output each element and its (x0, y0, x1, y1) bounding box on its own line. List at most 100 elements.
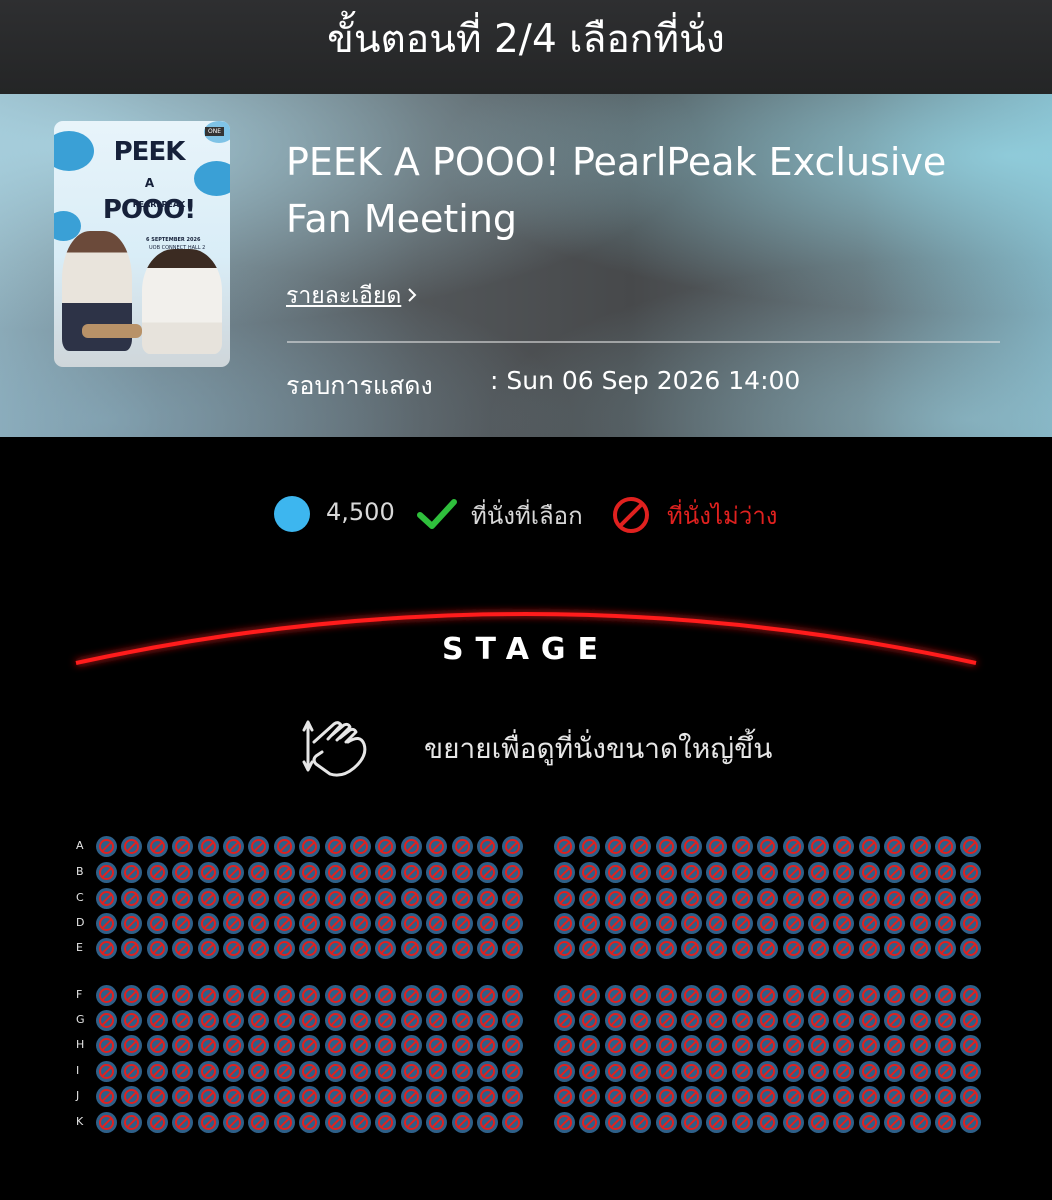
seat-unavailable[interactable] (579, 1035, 600, 1056)
seat-unavailable[interactable] (401, 862, 422, 883)
seat-unavailable[interactable] (121, 985, 142, 1006)
seat-unavailable[interactable] (375, 985, 396, 1006)
seat-unavailable[interactable] (706, 1112, 727, 1133)
seat-unavailable[interactable] (630, 1035, 651, 1056)
seat-unavailable[interactable] (350, 1010, 371, 1031)
seat-unavailable[interactable] (299, 862, 320, 883)
seat-unavailable[interactable] (248, 985, 269, 1006)
seat-unavailable[interactable] (579, 938, 600, 959)
seat-unavailable[interactable] (426, 888, 447, 909)
seat-unavailable[interactable] (833, 1010, 854, 1031)
seat-unavailable[interactable] (859, 1086, 880, 1107)
seat-unavailable[interactable] (910, 913, 931, 934)
seat-unavailable[interactable] (96, 862, 117, 883)
seat-unavailable[interactable] (783, 888, 804, 909)
seat-unavailable[interactable] (477, 888, 498, 909)
seat-unavailable[interactable] (833, 1086, 854, 1107)
seat-unavailable[interactable] (248, 938, 269, 959)
seat-unavailable[interactable] (757, 1035, 778, 1056)
seat-unavailable[interactable] (656, 1061, 677, 1082)
seat-unavailable[interactable] (783, 1010, 804, 1031)
seat-unavailable[interactable] (706, 1061, 727, 1082)
seat-unavailable[interactable] (198, 913, 219, 934)
seat-unavailable[interactable] (274, 1010, 295, 1031)
seat-unavailable[interactable] (147, 1112, 168, 1133)
seat-unavailable[interactable] (859, 913, 880, 934)
seat-unavailable[interactable] (452, 1061, 473, 1082)
seat-unavailable[interactable] (299, 985, 320, 1006)
seat-unavailable[interactable] (884, 1010, 905, 1031)
seat-unavailable[interactable] (426, 1010, 447, 1031)
seat-unavailable[interactable] (554, 836, 575, 857)
seat-unavailable[interactable] (452, 1010, 473, 1031)
seat-unavailable[interactable] (706, 1086, 727, 1107)
seat-unavailable[interactable] (960, 1010, 981, 1031)
seat-unavailable[interactable] (630, 985, 651, 1006)
seat-unavailable[interactable] (350, 862, 371, 883)
seat-unavailable[interactable] (121, 836, 142, 857)
seat-unavailable[interactable] (884, 836, 905, 857)
seat-unavailable[interactable] (605, 862, 626, 883)
seat-unavailable[interactable] (299, 1112, 320, 1133)
seat-unavailable[interactable] (960, 985, 981, 1006)
seat-unavailable[interactable] (325, 1112, 346, 1133)
seat-unavailable[interactable] (375, 1061, 396, 1082)
seat-unavailable[interactable] (452, 938, 473, 959)
seat-unavailable[interactable] (656, 913, 677, 934)
seat-unavailable[interactable] (706, 938, 727, 959)
seat-unavailable[interactable] (732, 1112, 753, 1133)
seat-unavailable[interactable] (808, 985, 829, 1006)
seat-unavailable[interactable] (426, 1086, 447, 1107)
seat-unavailable[interactable] (477, 938, 498, 959)
seat-unavailable[interactable] (630, 1010, 651, 1031)
seat-unavailable[interactable] (121, 938, 142, 959)
seat-unavailable[interactable] (198, 1035, 219, 1056)
seat-unavailable[interactable] (426, 1061, 447, 1082)
seat-unavailable[interactable] (757, 1061, 778, 1082)
seat-unavailable[interactable] (681, 985, 702, 1006)
seat-unavailable[interactable] (605, 985, 626, 1006)
seat-unavailable[interactable] (630, 836, 651, 857)
seat-unavailable[interactable] (783, 1112, 804, 1133)
seat-unavailable[interactable] (935, 985, 956, 1006)
seat-unavailable[interactable] (833, 836, 854, 857)
seat-unavailable[interactable] (325, 888, 346, 909)
seat-unavailable[interactable] (579, 862, 600, 883)
seat-unavailable[interactable] (757, 1112, 778, 1133)
seat-unavailable[interactable] (325, 985, 346, 1006)
seat-unavailable[interactable] (248, 1086, 269, 1107)
seat-unavailable[interactable] (274, 1035, 295, 1056)
seat-unavailable[interactable] (579, 836, 600, 857)
seat-unavailable[interactable] (121, 1112, 142, 1133)
seat-unavailable[interactable] (884, 985, 905, 1006)
seat-unavailable[interactable] (172, 1061, 193, 1082)
seat-unavailable[interactable] (859, 1061, 880, 1082)
seat-unavailable[interactable] (935, 1061, 956, 1082)
seat-unavailable[interactable] (960, 1061, 981, 1082)
seat-unavailable[interactable] (147, 913, 168, 934)
seat-unavailable[interactable] (681, 1112, 702, 1133)
seat-unavailable[interactable] (172, 1035, 193, 1056)
seat-unavailable[interactable] (172, 1086, 193, 1107)
seat-unavailable[interactable] (605, 1061, 626, 1082)
seat-unavailable[interactable] (884, 1112, 905, 1133)
seat-unavailable[interactable] (833, 913, 854, 934)
seat-unavailable[interactable] (808, 888, 829, 909)
seat-unavailable[interactable] (859, 938, 880, 959)
seat-unavailable[interactable] (121, 913, 142, 934)
seat-unavailable[interactable] (299, 1086, 320, 1107)
seat-unavailable[interactable] (579, 1010, 600, 1031)
seat-unavailable[interactable] (299, 1035, 320, 1056)
seat-unavailable[interactable] (833, 1035, 854, 1056)
seat-unavailable[interactable] (884, 1086, 905, 1107)
seat-unavailable[interactable] (579, 1061, 600, 1082)
seat-unavailable[interactable] (859, 862, 880, 883)
seat-unavailable[interactable] (935, 888, 956, 909)
seat-unavailable[interactable] (706, 888, 727, 909)
seat-unavailable[interactable] (960, 938, 981, 959)
seat-unavailable[interactable] (325, 862, 346, 883)
seat-unavailable[interactable] (426, 985, 447, 1006)
seat-unavailable[interactable] (299, 913, 320, 934)
seat-unavailable[interactable] (783, 1061, 804, 1082)
seat-unavailable[interactable] (681, 913, 702, 934)
